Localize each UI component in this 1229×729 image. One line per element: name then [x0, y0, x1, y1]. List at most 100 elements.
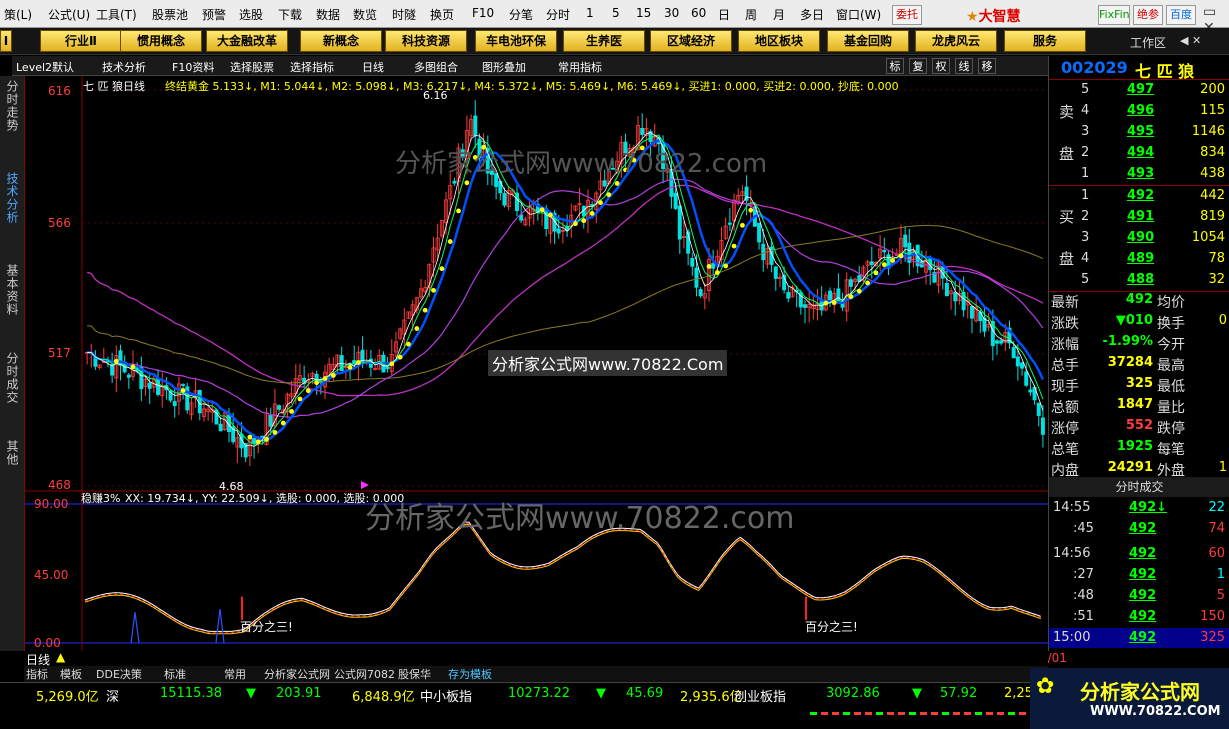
- indicator-tab[interactable]: 股保华: [398, 666, 431, 682]
- menu-item[interactable]: 分笔: [509, 6, 533, 23]
- book-price[interactable]: 496: [1127, 103, 1154, 118]
- chart-tab[interactable]: 常用指标: [558, 59, 602, 75]
- book-price[interactable]: 497: [1127, 82, 1154, 97]
- trade-price[interactable]: 492: [1129, 630, 1156, 645]
- menu-item[interactable]: 周: [745, 6, 757, 23]
- indicator-tab[interactable]: DDE决策: [96, 666, 142, 682]
- chart-tab[interactable]: 图形叠加: [482, 59, 526, 75]
- book-price[interactable]: 492: [1127, 188, 1154, 203]
- menu-item[interactable]: 月: [773, 6, 785, 23]
- book-price[interactable]: 491: [1127, 209, 1154, 224]
- menu-item[interactable]: 策(L): [4, 6, 32, 23]
- menu-item[interactable]: 1: [586, 6, 594, 20]
- sector-button[interactable]: 惯用概念: [120, 30, 202, 52]
- trades-title[interactable]: 分时成交: [1049, 477, 1229, 497]
- indicator-tab[interactable]: 指标: [26, 666, 48, 682]
- chart-tab[interactable]: 技术分析: [102, 59, 146, 75]
- sector-button[interactable]: 地区板块: [738, 30, 820, 52]
- side-tab[interactable]: 分时走势: [3, 80, 21, 168]
- sector-button[interactable]: 服务: [1004, 30, 1086, 52]
- trade-price[interactable]: 492: [1129, 588, 1156, 603]
- stat-label: 今开: [1157, 337, 1185, 353]
- side-tab[interactable]: 技术分析: [3, 172, 21, 260]
- chart-tab[interactable]: 日线: [362, 59, 384, 75]
- stat-value: 24291: [1107, 460, 1153, 475]
- book-level: 4: [1081, 103, 1090, 118]
- collapse-icon[interactable]: ◀ ✕: [1180, 34, 1201, 47]
- menu-item[interactable]: F10: [472, 6, 494, 20]
- book-price[interactable]: 488: [1127, 272, 1154, 287]
- bottom-tabs: 指标 模板 DDE决策 标准 常用 分析家公式网 公式网7082 股保华 存为模板: [24, 666, 1048, 682]
- chart-tool-button[interactable]: 权: [932, 58, 950, 74]
- menu-item[interactable]: 30: [664, 6, 679, 20]
- chart-tool-button[interactable]: 标: [886, 58, 904, 74]
- indicator-tab[interactable]: 标准: [164, 666, 186, 682]
- indicator-tab[interactable]: 公式网7082: [334, 666, 395, 682]
- book-price[interactable]: 490: [1127, 230, 1154, 245]
- sector-button[interactable]: 大金融改革: [206, 30, 288, 52]
- trade-price[interactable]: 492↓: [1129, 500, 1167, 515]
- book-price[interactable]: 489: [1127, 251, 1154, 266]
- menu-item[interactable]: 下载: [278, 6, 302, 23]
- menu-item[interactable]: 公式(U): [48, 6, 90, 23]
- menu-item[interactable]: 时隧: [392, 6, 416, 23]
- sector-button[interactable]: 车电池环保: [475, 30, 557, 52]
- menu-item[interactable]: 工具(T): [96, 6, 137, 23]
- trade-price[interactable]: 492: [1129, 567, 1156, 582]
- menu-item[interactable]: 股票池: [152, 6, 188, 23]
- side-tab[interactable]: 其他: [3, 440, 21, 528]
- menu-item[interactable]: 窗口(W): [836, 6, 881, 23]
- stat-value: 1925: [1116, 439, 1153, 454]
- menu-item[interactable]: 预警: [202, 6, 226, 23]
- menu-item[interactable]: 数览: [353, 6, 377, 23]
- sector-button[interactable]: 生养医: [563, 30, 645, 52]
- menu-item[interactable]: 60: [691, 6, 706, 20]
- sector-button[interactable]: 新概念: [300, 30, 382, 52]
- menu-item[interactable]: 分时: [546, 6, 570, 23]
- trade-price[interactable]: 492: [1129, 521, 1156, 536]
- trade-time: :48: [1073, 588, 1094, 603]
- trade-price[interactable]: 492: [1129, 546, 1156, 561]
- indicator-tab[interactable]: 常用: [224, 666, 246, 682]
- sector-button[interactable]: 基金回购: [827, 30, 909, 52]
- quick-juecan[interactable]: 绝参: [1133, 5, 1163, 25]
- kline-chart[interactable]: 七 匹 狼日线 终结黄金 5.133↓, M1: 5.044↓, M2: 5.0…: [24, 76, 1067, 666]
- side-tab[interactable]: 基本资料: [3, 264, 21, 352]
- chart-tab[interactable]: Level2默认: [16, 59, 74, 75]
- indicator-tab[interactable]: 分析家公式网: [264, 666, 330, 682]
- sector-button[interactable]: 行业Ⅱ: [40, 30, 122, 52]
- trade-price[interactable]: 492: [1129, 609, 1156, 624]
- chart-tab[interactable]: F10资料: [172, 59, 214, 75]
- quick-baidu[interactable]: 百度: [1166, 5, 1196, 25]
- stat-value: 1: [1218, 460, 1227, 475]
- workspace-label[interactable]: 工作区: [1130, 34, 1166, 51]
- period-arrow-icon[interactable]: ▲: [56, 650, 65, 664]
- menu-item[interactable]: 5: [612, 6, 620, 20]
- chart-tool-button[interactable]: 复: [909, 58, 927, 74]
- sector-button[interactable]: 科技资源: [385, 30, 467, 52]
- chart-tab[interactable]: 多图组合: [414, 59, 458, 75]
- indicator-tab[interactable]: 模板: [60, 666, 82, 682]
- chart-tool-button[interactable]: 线: [955, 58, 973, 74]
- menu-item[interactable]: 换页: [430, 6, 454, 23]
- indicator-tab[interactable]: 存为模板: [448, 666, 492, 682]
- sector-button[interactable]: 区域经济: [650, 30, 732, 52]
- stat-label: 涨停: [1051, 421, 1079, 437]
- side-tab[interactable]: 分时成交: [3, 352, 21, 440]
- trade-button[interactable]: 委托: [892, 5, 922, 25]
- quick-fixfin[interactable]: FixFin: [1098, 5, 1130, 25]
- book-level: 5: [1081, 82, 1090, 97]
- book-price[interactable]: 494: [1127, 145, 1154, 160]
- menu-item[interactable]: 数据: [316, 6, 340, 23]
- chart-tab[interactable]: 选择股票: [230, 59, 274, 75]
- menu-item[interactable]: 多日: [800, 6, 824, 23]
- chart-tool-button[interactable]: 移: [978, 58, 996, 74]
- chart-tab[interactable]: 选择指标: [290, 59, 334, 75]
- book-price[interactable]: 495: [1127, 124, 1154, 139]
- menu-item[interactable]: 日: [718, 6, 730, 23]
- menu-item[interactable]: 15: [636, 6, 651, 20]
- menu-item[interactable]: 选股: [239, 6, 263, 23]
- book-price[interactable]: 493: [1127, 166, 1154, 181]
- sector-lead[interactable]: I: [0, 30, 12, 52]
- sector-button[interactable]: 龙虎风云: [915, 30, 997, 52]
